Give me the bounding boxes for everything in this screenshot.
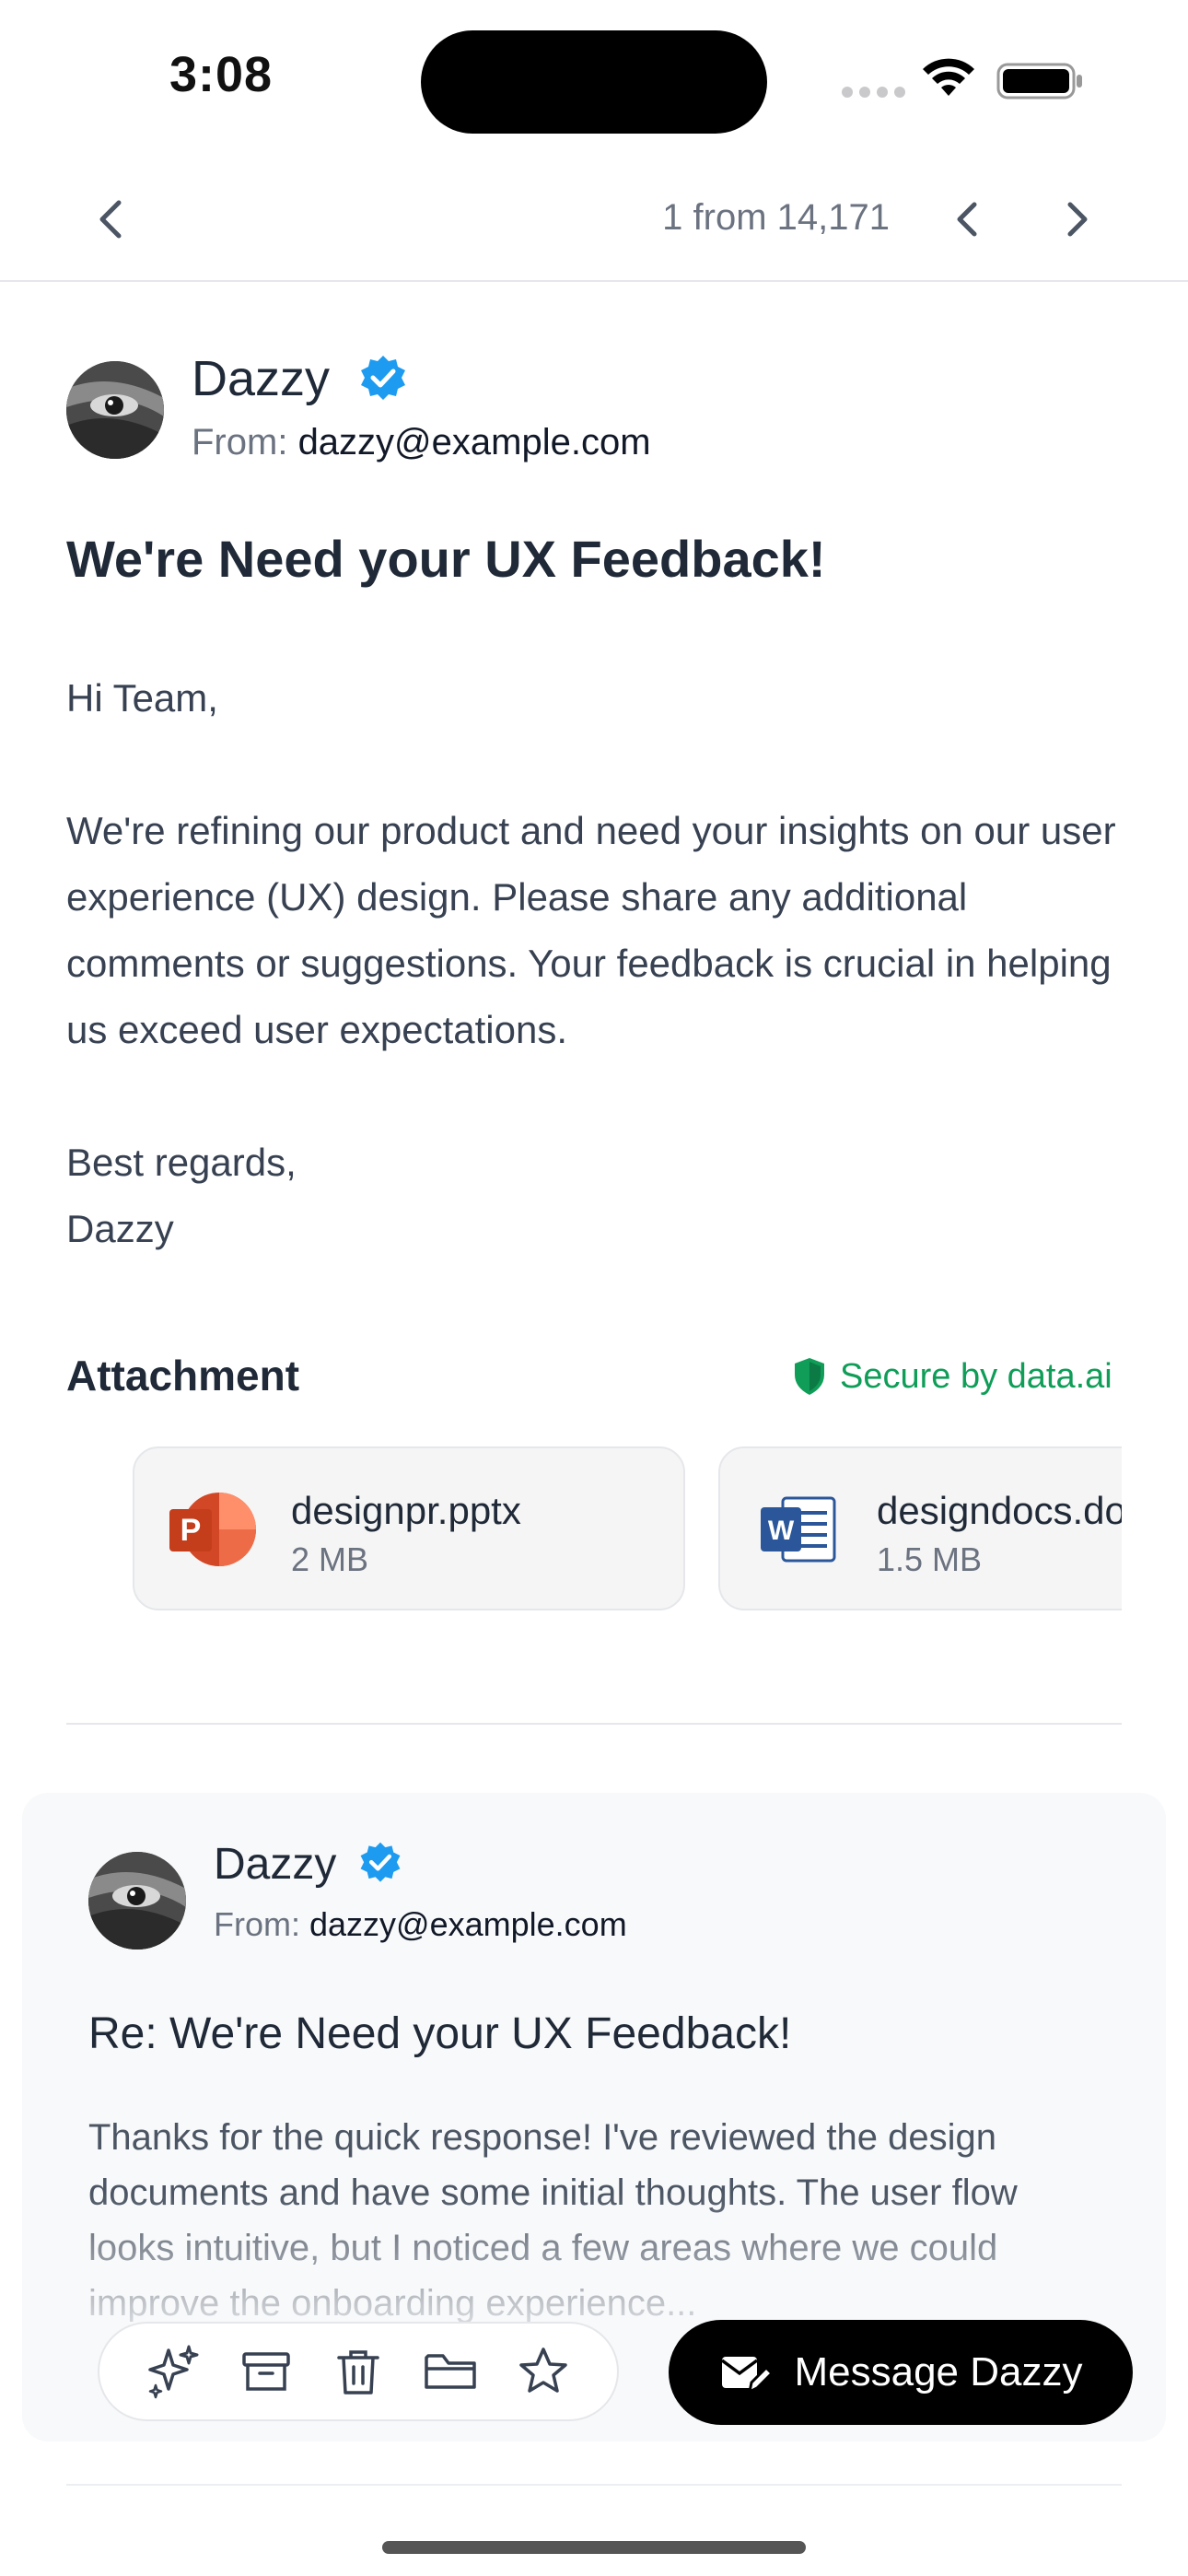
folder-icon[interactable] <box>422 2343 479 2400</box>
reply-from-line: From: dazzy@example.com <box>214 1905 627 1944</box>
message-button-label: Message Dazzy <box>794 2349 1083 2395</box>
verified-badge-icon <box>361 356 405 400</box>
dynamic-island <box>421 30 767 134</box>
from-label: From: <box>192 422 288 463</box>
email-closing: Best regards, <box>66 1141 297 1184</box>
email-greeting: Hi Team, <box>66 676 218 720</box>
compose-icon <box>721 2357 773 2395</box>
cellular-signal-icon <box>842 87 905 98</box>
reply-sender-email[interactable]: dazzy@example.com <box>309 1905 627 1943</box>
shield-check-icon <box>795 1358 824 1395</box>
sparkles-icon[interactable] <box>145 2343 202 2400</box>
attachment-card[interactable]: P designpr.pptx 2 MB <box>133 1446 685 1610</box>
sender-avatar[interactable] <box>66 361 164 459</box>
message-counter: 1 from 14,171 <box>662 197 890 238</box>
svg-text:P: P <box>181 1513 202 1548</box>
star-icon[interactable] <box>515 2343 572 2400</box>
attachment-heading: Attachment <box>66 1352 300 1399</box>
home-indicator[interactable] <box>382 2541 806 2554</box>
secure-indicator: Secure by data.ai <box>792 1356 1112 1397</box>
battery-icon <box>996 63 1082 100</box>
message-sender-button[interactable]: Message Dazzy <box>669 2320 1133 2425</box>
email-paragraph: We're refining our product and need your… <box>66 809 1116 1051</box>
archive-icon[interactable] <box>238 2343 295 2400</box>
attachment-name: designdocs.docx <box>877 1489 1122 1532</box>
reply-fade-overlay <box>22 2193 1166 2331</box>
reply-sender-name: Dazzy <box>214 1840 337 1889</box>
sender-email[interactable]: dazzy@example.com <box>298 422 651 463</box>
bottom-divider <box>66 2484 1122 2486</box>
chevron-left-icon <box>99 200 122 239</box>
attachment-name: designpr.pptx <box>291 1489 521 1532</box>
attachment-size: 2 MB <box>291 1540 369 1578</box>
secure-label: Secure by data.ai <box>840 1356 1112 1396</box>
status-bar: 3:08 <box>0 0 1188 157</box>
word-icon: W <box>761 1496 836 1563</box>
from-label: From: <box>214 1905 300 1943</box>
trash-icon[interactable] <box>330 2343 387 2400</box>
svg-text:W: W <box>768 1516 795 1546</box>
next-message-button[interactable] <box>1052 193 1103 245</box>
email-body: Hi Team, We're refining our product and … <box>66 665 1135 1262</box>
chevron-right-icon <box>1067 202 1088 237</box>
attachment-list[interactable]: P designpr.pptx 2 MB W designdocs.docx 1… <box>66 1446 1122 1616</box>
reply-sender-avatar[interactable] <box>88 1852 186 1950</box>
email-signature: Dazzy <box>66 1207 174 1250</box>
action-toolbar <box>98 2322 619 2421</box>
attachment-card[interactable]: W designdocs.docx 1.5 MB <box>718 1446 1122 1610</box>
email-subject: We're Need your UX Feedback! <box>66 530 826 588</box>
wifi-icon <box>923 58 974 96</box>
from-line: From: dazzy@example.com <box>192 422 651 463</box>
section-divider <box>66 1723 1122 1725</box>
navigation-bar: 1 from 14,171 <box>0 157 1188 282</box>
back-button[interactable] <box>85 193 136 245</box>
chevron-left-icon <box>957 202 977 237</box>
attachment-size: 1.5 MB <box>877 1540 983 1578</box>
reply-subject: Re: We're Need your UX Feedback! <box>88 2009 792 2058</box>
sender-name: Dazzy <box>192 351 331 406</box>
avatar-image <box>66 361 164 459</box>
verified-badge-icon <box>360 1842 401 1882</box>
status-time: 3:08 <box>169 47 274 102</box>
previous-message-button[interactable] <box>941 193 993 245</box>
powerpoint-icon: P <box>169 1493 256 1566</box>
avatar-image <box>88 1852 186 1950</box>
